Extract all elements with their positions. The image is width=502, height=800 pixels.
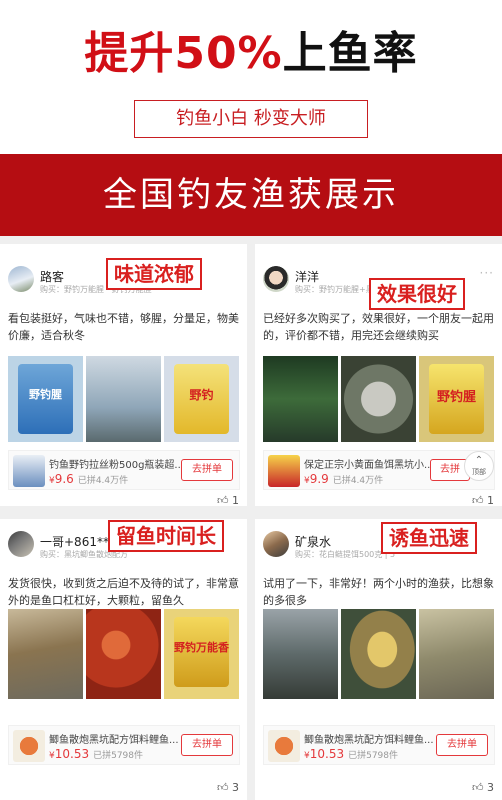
- product-name[interactable]: 鲫鱼散炮黑坑配方饵料鲤鱼...: [304, 731, 444, 746]
- group-buy-button[interactable]: 去拼单: [181, 734, 233, 756]
- product-thumbnail[interactable]: [268, 730, 300, 762]
- product-price: ¥10.53 已拼5798件: [304, 747, 398, 761]
- sold-count: 已拼4.4万件: [77, 476, 129, 486]
- sold-count: 已拼4.4万件: [332, 476, 384, 486]
- product-price: ¥10.53 已拼5798件: [49, 747, 143, 761]
- like-button[interactable]: 👍︎ 1: [217, 494, 239, 506]
- product-row[interactable]: 保定正宗小黄面鱼饵黑坑小... ¥9.9 已拼4.4万件 去拼: [263, 450, 495, 490]
- review-photo[interactable]: [8, 609, 83, 699]
- review-photo[interactable]: [86, 356, 161, 442]
- review-text: 已经好多次购买了，效果很好，一个朋友一起用的，评价都不错，用完还会继续购买: [263, 312, 494, 342]
- more-icon[interactable]: ···: [480, 266, 494, 280]
- product-thumbnail[interactable]: [13, 455, 45, 487]
- bag-label: 野钓万能香: [174, 641, 229, 654]
- review-photo[interactable]: 野钓万能香: [164, 609, 239, 699]
- sold-count: 已拼5798件: [93, 751, 143, 761]
- user-name[interactable]: 洋洋: [295, 268, 319, 285]
- hero-title-dark: 上鱼率: [282, 28, 418, 79]
- product-row[interactable]: 鲫鱼散炮黑坑配方饵料鲤鱼... ¥10.53 已拼5798件 去拼单: [263, 725, 495, 765]
- hero-title-accent-1: 提升: [84, 28, 175, 79]
- bag-label: 野钓: [189, 388, 214, 402]
- product-row[interactable]: 钓鱼野钓拉丝粉500g瓶装超... ¥9.6 已拼4.4万件 去拼单: [8, 450, 240, 490]
- feature-badge: 味道浓郁: [106, 258, 202, 290]
- review-photo[interactable]: 野钓腥: [419, 356, 494, 442]
- product-thumbnail[interactable]: [268, 455, 300, 487]
- like-count: 3: [487, 781, 494, 794]
- like-button[interactable]: 👍︎ 3: [217, 781, 239, 794]
- avatar[interactable]: [263, 266, 289, 292]
- bag-label: 野钓腥: [436, 390, 476, 405]
- review-text: 试用了一下，非常好！两个小时的渔获，比想象的多很多: [263, 577, 494, 607]
- review-card[interactable]: 洋洋 购买：野钓万能腥+黑坑 ··· 效果很好 已经好多次购买了，效果很好，一个…: [255, 244, 502, 506]
- review-photo[interactable]: [263, 356, 338, 442]
- review-photo[interactable]: [341, 609, 416, 699]
- like-count: 1: [232, 494, 239, 506]
- section-banner: 全国钓友渔获展示: [0, 154, 502, 236]
- hero-title: 提升50%上鱼率: [0, 24, 502, 84]
- thumbs-up-icon: 👍︎: [472, 494, 484, 506]
- thumbs-up-icon: 👍︎: [217, 781, 229, 794]
- like-button[interactable]: 👍︎ 3: [472, 781, 494, 794]
- feature-badge: 留鱼时间长: [108, 520, 224, 552]
- bag-label: 野钓腥: [29, 388, 62, 401]
- product-name[interactable]: 保定正宗小黄面鱼饵黑坑小...: [304, 456, 444, 471]
- thumbs-up-icon: 👍︎: [217, 494, 229, 506]
- review-photo[interactable]: 野钓: [164, 356, 239, 442]
- review-card[interactable]: 路客 购买：野钓万能腥 · 野钓万能腥 味道浓郁 看包装挺好，气味也不错，够腥，…: [0, 244, 247, 506]
- like-count: 1: [487, 494, 494, 506]
- hero-title-accent-2: 50%: [174, 28, 283, 79]
- sold-count: 已拼5798件: [348, 751, 398, 761]
- feature-badge: 诱鱼迅速: [381, 522, 477, 554]
- review-text: 发货很快，收到货之后迫不及待的试了，非常意外的是鱼口杠杠好，大颗粒，留鱼久: [8, 577, 239, 607]
- banner-title: 全国钓友渔获展示: [103, 175, 399, 215]
- review-photo[interactable]: [419, 609, 494, 699]
- product-price: ¥9.9 已拼4.4万件: [304, 472, 384, 486]
- chevron-up-icon: ⌃: [474, 455, 484, 466]
- group-buy-button[interactable]: 去拼单: [181, 459, 233, 481]
- product-name[interactable]: 鲫鱼散炮黑坑配方饵料鲤鱼...: [49, 731, 189, 746]
- avatar[interactable]: [263, 531, 289, 557]
- product-row[interactable]: 鲫鱼散炮黑坑配方饵料鲤鱼... ¥10.53 已拼5798件 去拼单: [8, 725, 240, 765]
- product-name[interactable]: 钓鱼野钓拉丝粉500g瓶装超...: [49, 456, 189, 471]
- feature-badge: 效果很好: [369, 278, 465, 310]
- review-photo[interactable]: 野钓腥: [8, 356, 83, 442]
- product-price: ¥9.6 已拼4.4万件: [49, 472, 129, 486]
- group-buy-button[interactable]: 去拼单: [436, 734, 488, 756]
- review-grid: 路客 购买：野钓万能腥 · 野钓万能腥 味道浓郁 看包装挺好，气味也不错，够腥，…: [0, 236, 502, 800]
- review-photo[interactable]: [86, 609, 161, 699]
- avatar[interactable]: [8, 266, 34, 292]
- like-count: 3: [232, 781, 239, 794]
- user-name[interactable]: 矿泉水: [295, 533, 331, 550]
- review-card[interactable]: 矿泉水 购买：花白鲢提饵500克 | 5 诱鱼迅速 试用了一下，非常好！两个小时…: [255, 519, 502, 800]
- review-photo[interactable]: [341, 356, 416, 442]
- back-to-top-button[interactable]: ⌃ 顶部: [464, 451, 494, 481]
- review-card[interactable]: 一哥+861****9 购买：黑坑鲫鱼散炮配方 留鱼时间长 发货很快，收到货之后…: [0, 519, 247, 800]
- user-name[interactable]: 路客: [40, 268, 64, 285]
- back-to-top-label: 顶部: [472, 468, 486, 476]
- thumbs-up-icon: 👍︎: [472, 781, 484, 794]
- tagline-box: 钓鱼小白 秒变大师: [134, 100, 368, 138]
- review-photo[interactable]: [263, 609, 338, 699]
- like-button[interactable]: 👍︎ 1: [472, 494, 494, 506]
- product-thumbnail[interactable]: [13, 730, 45, 762]
- avatar[interactable]: [8, 531, 34, 557]
- review-text: 看包装挺好，气味也不错，够腥，分量足，物美价廉，适合秋冬: [8, 312, 239, 342]
